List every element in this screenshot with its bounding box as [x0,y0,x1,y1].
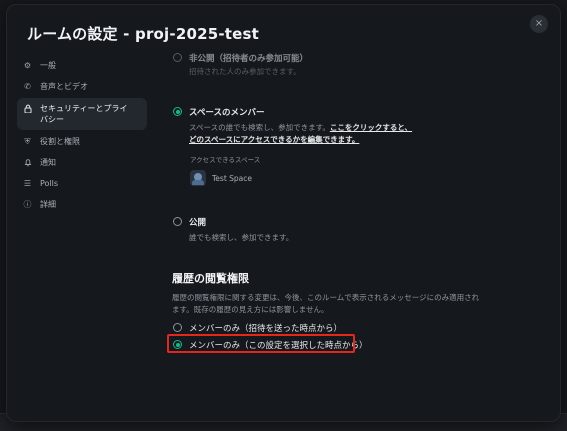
radio-space-members[interactable] [173,107,182,116]
space-avatar [190,170,206,186]
radio-private[interactable] [173,53,182,62]
sidebar-item-label: Polls [40,179,59,188]
shield-icon: ⛨ [24,137,31,146]
access-option-label: 非公開（招待者のみ参加可能） [189,54,309,64]
sidebar-item-label: 詳細 [40,200,56,209]
sidebar-item-label: 通知 [40,158,56,167]
space-name: Test Space [212,173,253,183]
sidebar-item-label: 一般 [40,61,56,70]
sidebar-item-voice-video[interactable]: ✆ 音声とビデオ [17,77,147,96]
history-section-title: 履歴の閲覧権限 [172,272,249,285]
sidebar-item-roles[interactable]: ⛨ 役割と権限 [17,132,147,151]
space-chip: Test Space [190,170,252,186]
sidebar-item-label: 役割と権限 [40,137,80,146]
sidebar-item-general[interactable]: ⚙ 一般 [17,56,147,75]
access-option-label: スペースのメンバー [189,108,265,118]
radio-public[interactable] [173,217,182,226]
sidebar-item-polls[interactable]: ☰ Polls [17,174,147,193]
access-desc-text: スペースの誰でも検索し、参加できます。 [189,123,330,132]
sidebar-item-notifications[interactable]: 通知 [17,153,147,172]
bell-icon [23,157,32,168]
history-desc-line: 履歴の閲覧権限に関する変更は、今後、このルームで表示されるメッセージにのみ適用さ… [172,293,480,302]
close-icon: × [534,18,544,29]
access-option-desc: 招待された人のみ参加できます。 [189,67,301,76]
settings-sidebar: ⚙ 一般 ✆ 音声とビデオ セキュリティーとプライ バシー ⛨ 役割と権限 通知… [17,56,147,216]
spaces-heading: アクセスできるスペース [190,156,261,164]
gear-icon: ⚙ [23,61,32,70]
access-option-desc: スペースの誰でも検索し、参加できます。ここをクリックすると、 [189,122,412,134]
access-option-label: 公開 [189,218,207,228]
lock-icon [23,103,32,114]
info-icon: ⓘ [23,200,32,209]
close-button[interactable]: × [530,15,548,33]
edit-spaces-link[interactable]: ここをクリックすると、 [330,123,412,132]
radio-history-invited[interactable] [173,323,182,332]
sidebar-item-security[interactable]: セキュリティーとプライ バシー [17,98,147,130]
dialog-title: ルームの設定 - proj-2025-test [27,25,260,43]
edit-spaces-link-cont[interactable]: どのスペースにアクセスできるかを編集できます。 [189,134,359,146]
phone-icon: ✆ [24,82,31,91]
history-option-label: メンバーのみ（招待を送った時点から） [189,324,343,334]
history-section-desc: 履歴の閲覧権限に関する変更は、今後、このルームで表示されるメッセージにのみ適用さ… [172,292,512,316]
highlight-box [167,334,355,353]
sidebar-item-label: セキュリティーとプライ バシー [40,104,128,124]
access-option-desc: 誰でも検索し、参加できます。 [189,233,294,242]
history-desc-line: ます。既存の履歴の見え方には影響しません。 [172,305,329,314]
poll-icon: ☰ [23,179,32,188]
sidebar-item-advanced[interactable]: ⓘ 詳細 [17,195,147,214]
sidebar-item-label: 音声とビデオ [40,82,88,91]
